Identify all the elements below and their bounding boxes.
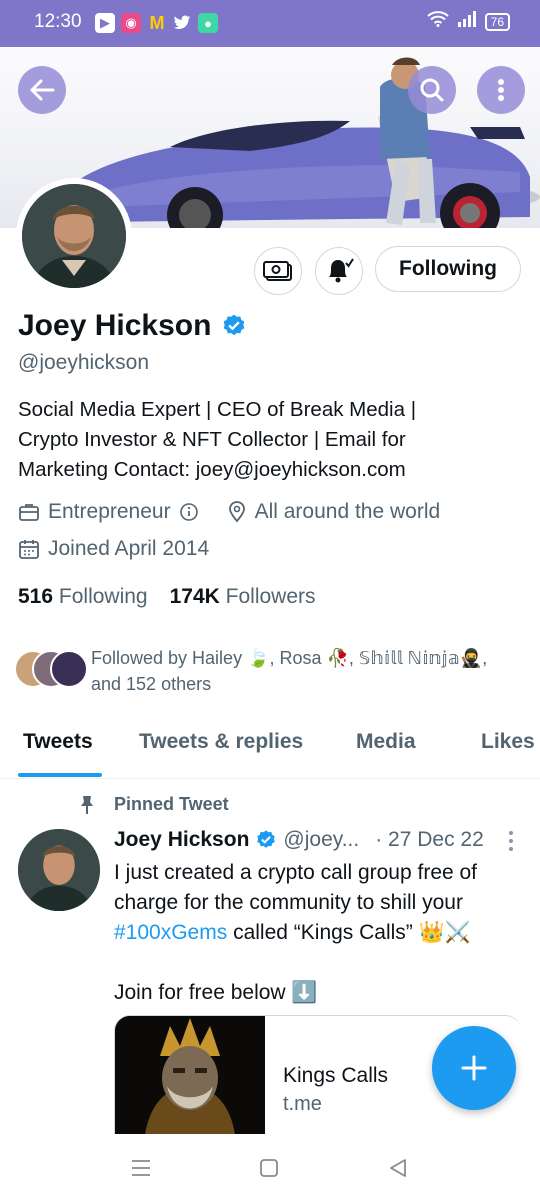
tab-tweets-and-replies[interactable]: Tweets & replies — [139, 730, 303, 754]
profile-name-row: Joey Hickson — [18, 309, 247, 343]
pin-icon — [81, 796, 93, 814]
tweet-text-fragment: called “Kings Calls” 👑⚔️ — [227, 921, 471, 944]
avatar — [22, 184, 126, 288]
back-button[interactable] — [18, 66, 66, 114]
tweet-text-line: I just created a crypto call group free … — [114, 861, 478, 884]
bio-line: Social Media Expert | CEO of Break Media… — [18, 398, 417, 421]
system-navigation-bar — [0, 1134, 540, 1200]
tip-money-icon — [263, 261, 292, 281]
link-card-title: Kings Calls — [283, 1064, 389, 1087]
tweet-more-icon[interactable] — [507, 830, 515, 852]
mcdonalds-icon: M — [149, 12, 165, 33]
tweet-header: Joey Hickson @joey... · 27 Dec 22 — [114, 828, 484, 852]
notifications-button[interactable] — [315, 247, 363, 295]
followers-label: Followers — [225, 585, 316, 608]
tweet-author-handle: @joey... — [283, 828, 360, 851]
compose-tweet-button[interactable] — [432, 1026, 516, 1110]
status-time: 12:30 — [34, 11, 82, 32]
notification-bell-icon — [329, 258, 354, 283]
tweet-text-line: #100xGems called “Kings Calls” 👑⚔️ — [114, 918, 524, 948]
profile-category: Entrepreneur — [48, 500, 171, 523]
tab-likes[interactable]: Likes — [481, 730, 535, 754]
tip-button[interactable] — [254, 247, 302, 295]
profile-meta-row-1: Entrepreneur All around the world — [18, 500, 440, 524]
profile-avatar-frame[interactable] — [16, 178, 132, 294]
active-tab-indicator — [18, 773, 102, 777]
followers-count-link[interactable]: 174K Followers — [170, 585, 316, 609]
tweet-date: · 27 Dec 22 — [375, 828, 484, 851]
status-right-cluster: 76 — [426, 11, 510, 32]
signal-icon — [457, 11, 477, 32]
following-label: Following — [58, 585, 148, 608]
link-card-thumbnail — [115, 1016, 265, 1135]
bio-line: Marketing Contact: joey@joeyhickson.com — [18, 458, 406, 481]
bio-line: Crypto Investor & NFT Collector | Email … — [18, 428, 406, 451]
followed-by-line: Followed by Hailey 🍃, Rosa 🥀, 𝕊𝕙𝕚𝕝𝕝 ℕ𝕚𝕟𝕛… — [91, 648, 488, 668]
twitter-bird-icon — [172, 13, 192, 33]
app-notification-icon: ◉ — [121, 13, 141, 33]
tweet-hashtag[interactable]: #100xGems — [114, 921, 227, 944]
battery-indicator: 76 — [484, 12, 510, 31]
briefcase-icon — [19, 504, 39, 521]
followed-by-text[interactable]: Followed by Hailey 🍃, Rosa 🥀, 𝕊𝕙𝕚𝕝𝕝 ℕ𝕚𝕟𝕛… — [91, 645, 487, 697]
chat-app-icon: ● — [198, 13, 218, 33]
profile-location: All around the world — [254, 500, 441, 523]
follow-counts: 516 Following 174K Followers — [18, 585, 316, 609]
followers-count: 174K — [169, 585, 220, 608]
tweet-text: I just created a crypto call group free … — [114, 858, 524, 1008]
info-icon[interactable] — [179, 502, 199, 522]
wifi-icon — [426, 11, 449, 32]
more-vertical-icon — [498, 79, 504, 101]
following-count: 516 — [18, 585, 54, 608]
location-pin-icon — [228, 501, 245, 523]
tweet-author-name[interactable]: Joey Hickson — [114, 828, 249, 852]
tab-media[interactable]: Media — [356, 730, 416, 754]
profile-joined-date: Joined April 2014 — [48, 537, 210, 560]
recent-apps-icon[interactable] — [130, 1158, 152, 1178]
followers-you-know-avatars[interactable] — [14, 648, 88, 688]
avatar[interactable] — [18, 829, 100, 911]
profile-meta-row-2: Joined April 2014 — [18, 537, 209, 561]
profile-tabs: Tweets Tweets & replies Media Likes — [0, 720, 540, 779]
more-options-button[interactable] — [477, 66, 525, 114]
home-icon[interactable] — [259, 1158, 279, 1178]
avatar — [50, 650, 88, 688]
plus-icon — [461, 1055, 487, 1081]
tweet-text-line: charge for the community to shill your — [114, 891, 463, 914]
profile-handle: @joeyhickson — [18, 351, 150, 374]
followed-by-line: and 152 others — [91, 674, 212, 694]
profile-bio: Social Media Expert | CEO of Break Media… — [18, 395, 528, 485]
following-count-link[interactable]: 516 Following — [18, 585, 148, 609]
tweet-text-line: Join for free below ⬇️ — [114, 981, 318, 1004]
youtube-icon: ▶ — [95, 13, 115, 33]
status-bar: 12:30 ▶ ◉ M ● 76 — [0, 0, 540, 47]
tab-tweets[interactable]: Tweets — [23, 730, 93, 754]
link-card-domain: t.me — [283, 1093, 322, 1115]
pinned-tweet-label: Pinned Tweet — [114, 794, 229, 814]
following-button[interactable]: Following — [375, 246, 521, 292]
calendar-icon — [19, 540, 39, 559]
verified-badge-icon — [224, 314, 245, 336]
search-button[interactable] — [408, 66, 456, 114]
back-nav-icon[interactable] — [388, 1158, 408, 1178]
search-icon — [420, 78, 444, 102]
back-arrow-icon — [30, 79, 55, 101]
verified-badge-icon — [257, 830, 276, 848]
profile-name: Joey Hickson — [18, 309, 212, 342]
